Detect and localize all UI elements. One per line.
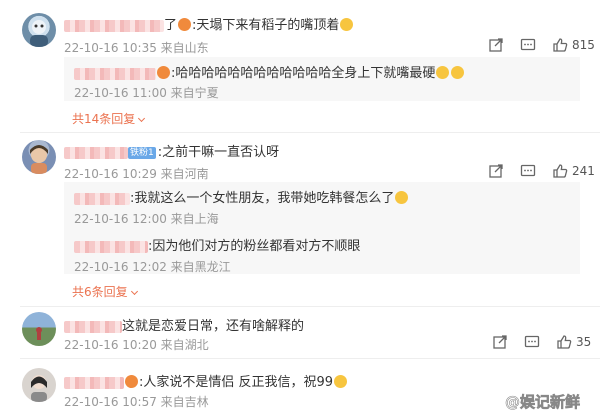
more-replies-link[interactable]: 共6条回复 — [72, 283, 138, 300]
chevron-down-icon — [130, 287, 138, 296]
like-icon[interactable] — [552, 37, 568, 53]
fan-badge: 铁粉1 — [128, 146, 156, 159]
comment-body: :人家说不是情侣 反正我信，祝99 — [139, 375, 334, 390]
chevron-down-icon — [138, 114, 146, 123]
comment-body: :之前干嘛一直否认呀 — [157, 145, 280, 160]
emoji-icon — [334, 375, 348, 388]
avatar[interactable] — [22, 140, 56, 174]
avatar-image — [31, 375, 47, 402]
comment-meta: 22-10-16 10:20 来自湖北 — [64, 338, 209, 352]
username-blurred[interactable] — [64, 320, 122, 333]
comment-body: 这就是恋爱日常，还有啥解释的 — [122, 319, 305, 334]
comment-meta: 22-10-16 10:57 来自吉林 — [64, 395, 209, 409]
like-count: 241 — [572, 164, 595, 178]
comment-actions: 241 — [472, 163, 595, 179]
divider — [20, 132, 600, 133]
more-replies-link[interactable]: 共14条回复 — [72, 110, 146, 127]
username-blurred[interactable] — [74, 192, 130, 205]
avatar-image — [30, 145, 48, 174]
comment-actions: 35 — [476, 334, 591, 350]
avatar[interactable] — [22, 312, 56, 346]
reply-meta: 22-10-16 12:00 来自上海 — [74, 212, 219, 226]
comment-text: 了:天塌下来有稻子的嘴顶着 — [64, 14, 354, 33]
emoji-icon — [395, 191, 409, 204]
like-icon[interactable] — [552, 163, 568, 179]
reply-text: :哈哈哈哈哈哈哈哈哈哈哈哈全身上下就嘴最硬 — [74, 62, 465, 81]
share-icon[interactable] — [488, 37, 504, 53]
share-icon[interactable] — [488, 163, 504, 179]
like-icon[interactable] — [556, 334, 572, 350]
emoji-icon — [157, 66, 170, 79]
reply-text: :我就这么一个女性朋友，我带她吃韩餐怎么了 — [74, 187, 409, 206]
comment-icon[interactable] — [520, 37, 536, 53]
comment-icon[interactable] — [520, 163, 536, 179]
emoji-icon — [178, 18, 192, 31]
more-replies-label: 共6条回复 — [72, 285, 128, 299]
reply-body: :哈哈哈哈哈哈哈哈哈哈哈哈全身上下就嘴最硬 — [171, 66, 436, 81]
reply-meta: 22-10-16 12:02 来自黑龙江 — [74, 260, 231, 274]
watermark: @娱记新鲜 — [504, 393, 581, 412]
reply-body: :因为他们对方的粉丝都看对方不顺眼 — [148, 239, 361, 254]
emoji-icon — [451, 66, 465, 79]
like-count: 35 — [576, 335, 592, 349]
username-blurred[interactable] — [64, 146, 128, 159]
username-blurred[interactable] — [64, 376, 124, 389]
comment-icon[interactable] — [524, 334, 540, 350]
reply-meta: 22-10-16 11:00 来自宁夏 — [74, 86, 219, 100]
emoji-icon — [436, 66, 450, 79]
emoji-icon — [125, 375, 138, 388]
comment-text: 铁粉1:之前干嘛一直否认呀 — [64, 141, 279, 160]
comment-meta: 22-10-16 10:29 来自河南 — [64, 167, 209, 181]
reply-body: :我就这么一个女性朋友，我带她吃韩餐怎么了 — [130, 191, 395, 206]
divider — [20, 306, 600, 307]
avatar-image — [36, 327, 42, 340]
divider — [20, 358, 600, 359]
username-blurred[interactable] — [74, 67, 156, 80]
comment-meta: 22-10-16 10:35 来自山东 — [64, 41, 209, 55]
avatar[interactable] — [22, 368, 56, 402]
more-replies-label: 共14条回复 — [72, 112, 136, 126]
reply-text: :因为他们对方的粉丝都看对方不顺眼 — [74, 235, 360, 254]
comment-body: :天塌下来有稻子的嘴顶着 — [192, 18, 340, 33]
comment-text: 这就是恋爱日常，还有啥解释的 — [64, 315, 304, 334]
comment-text: :人家说不是情侣 反正我信，祝99 — [64, 371, 348, 390]
avatar[interactable] — [22, 13, 56, 47]
like-count: 815 — [572, 38, 595, 52]
username-blurred[interactable] — [64, 19, 164, 32]
username-blurred[interactable] — [74, 240, 148, 253]
comment-actions: 815 — [472, 37, 595, 53]
avatar-image — [30, 20, 48, 47]
share-icon[interactable] — [492, 334, 508, 350]
emoji-icon — [340, 18, 354, 31]
